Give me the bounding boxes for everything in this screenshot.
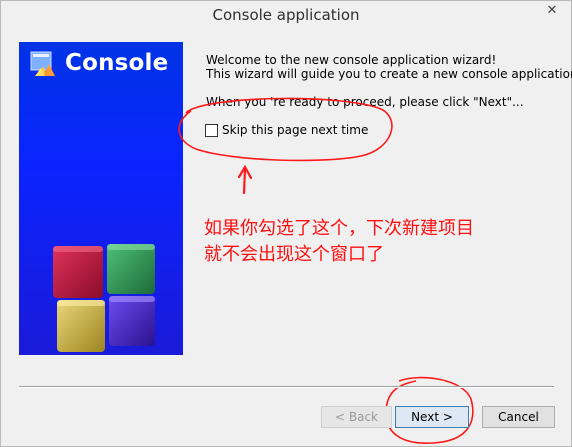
- codeblocks-logo-icon: [30, 51, 55, 76]
- close-button[interactable]: ✕: [537, 1, 567, 22]
- wizard-window: Console application ✕ Console Welcome to…: [0, 0, 572, 447]
- annotation-line-2: 就不会出现这个窗口了: [204, 244, 384, 265]
- annotation-note: 如果你勾选了这个，下次新建项目 就不会出现这个窗口了: [204, 216, 474, 268]
- annotation-line-1: 如果你勾选了这个，下次新建项目: [204, 218, 474, 239]
- annotation-arrow: [237, 164, 253, 195]
- welcome-line-1: Welcome to the new console application w…: [206, 53, 497, 67]
- proceed-instructions: When you 're ready to proceed, please cl…: [206, 95, 524, 109]
- skip-page-checkbox-row[interactable]: Skip this page next time: [205, 122, 368, 138]
- close-icon: ✕: [546, 3, 558, 18]
- banner-title: Console: [65, 50, 169, 76]
- welcome-text: Welcome to the new console application w…: [206, 53, 572, 81]
- colored-cubes-icon: [53, 244, 155, 352]
- skip-page-checkbox[interactable]: [205, 123, 218, 137]
- skip-page-label[interactable]: Skip this page next time: [222, 123, 368, 137]
- wizard-banner: Console: [19, 42, 183, 355]
- next-button[interactable]: Next >: [395, 406, 469, 428]
- cancel-button[interactable]: Cancel: [482, 406, 555, 428]
- back-button[interactable]: < Back: [321, 406, 392, 428]
- title-bar: Console application ✕: [1, 1, 571, 31]
- window-title: Console application: [212, 6, 360, 24]
- welcome-line-2: This wizard will guide you to create a n…: [206, 67, 572, 81]
- button-separator: [19, 386, 554, 388]
